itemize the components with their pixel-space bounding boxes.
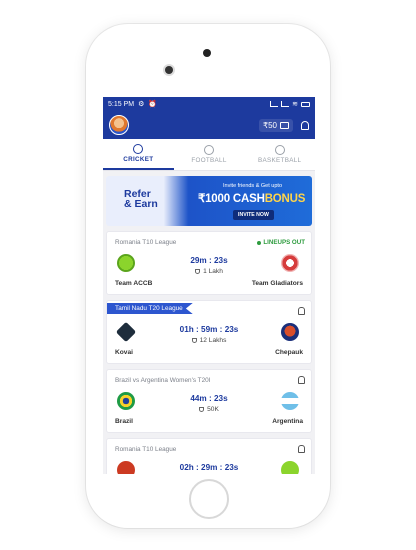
match-card[interactable]: Brazil vs Argentina Women's T20I 44m : 2… [106,369,312,433]
tab-football[interactable]: FOOTBALL [174,139,245,170]
tab-basketball[interactable]: BASKETBALL [244,139,315,170]
notification-bell-icon[interactable] [298,307,305,315]
invite-text: Invite friends & Get upto [223,183,283,189]
match-timer: 44m : 23s [190,394,228,403]
trophy-icon [199,406,205,412]
app-screen: 5:15 PM ⚙ ⏰ ≋ ₹50 CRICKET FOOTBALL BASKE… [103,97,315,474]
notification-bell-icon[interactable] [298,376,305,384]
team1-name: Kovai [115,349,133,356]
wallet-icon [280,121,289,129]
home-button[interactable] [189,479,229,519]
wallet-button[interactable]: ₹50 [259,118,293,132]
team2-name: Team Gladiators [251,280,303,287]
trophy-icon [195,268,201,274]
tab-label: CRICKET [123,156,154,163]
prize-pool: 50K [107,406,311,413]
match-card[interactable]: Tamil Nadu T20 League 01h : 59m : 23s 12… [106,300,312,364]
team2-name: Chepauk [275,349,303,356]
phone-camera [165,66,173,74]
alarm-icon: ⏰ [148,101,158,108]
bonus-amount: ₹1000 CASHBONUS [198,193,306,205]
match-card[interactable]: Romania T10 League 02h : 29m : 23s [106,438,312,474]
refer-earn-banner[interactable]: Refer & Earn Invite friends & Get upto ₹… [106,176,312,226]
status-dot-icon [257,240,262,245]
avatar[interactable] [109,115,129,135]
battery-icon [301,101,310,107]
team1-name: Team ACCB [115,280,153,287]
match-timer: 02h : 29m : 23s [179,463,239,472]
notification-bell-icon[interactable] [298,445,305,453]
league-name: Brazil vs Argentina Women's T20I [115,377,211,384]
basketball-icon [274,145,285,155]
refer-title: Refer & Earn [124,188,158,210]
football-icon [204,145,214,155]
lineups-status: LINEUPS OUT [257,239,305,246]
wifi-icon: ≋ [292,101,298,108]
trophy-icon [191,337,197,343]
sport-tabs: CRICKET FOOTBALL BASKETBALL [103,139,315,171]
match-card[interactable]: Romania T10 League LINEUPS OUT 29m : 23s… [106,231,312,295]
status-bar: 5:15 PM ⚙ ⏰ ≋ [103,97,315,111]
invite-now-button[interactable]: INVITE NOW [233,210,274,220]
league-name: Romania T10 League [115,239,177,246]
status-time: 5:15 PM [108,100,135,108]
match-timer: 29m : 23s [190,256,228,265]
cricket-ball-icon [133,144,144,154]
bell-icon[interactable] [301,120,309,130]
stage: 5:15 PM ⚙ ⏰ ≋ ₹50 CRICKET FOOTBALL BASKE… [0,0,416,550]
phone-speaker [203,49,211,57]
app-header: ₹50 [103,111,315,139]
team2-name: Argentina [272,418,303,425]
match-timer: 01h : 59m : 23s [179,325,239,334]
tab-label: FOOTBALL [191,157,227,164]
settings-icon: ⚙ [138,101,145,108]
prize-pool: 12 Lakhs [107,337,311,344]
wallet-amount: ₹50 [263,120,277,130]
signal-icon-2 [281,101,290,107]
league-name: Romania T10 League [115,446,177,453]
prize-pool: 1 Lakh [107,268,311,275]
tab-cricket[interactable]: CRICKET [103,139,174,170]
team1-name: Brazil [115,418,133,425]
tab-label: BASKETBALL [258,157,302,164]
signal-icon [270,101,279,107]
league-tag: Tamil Nadu T20 League [107,303,193,314]
